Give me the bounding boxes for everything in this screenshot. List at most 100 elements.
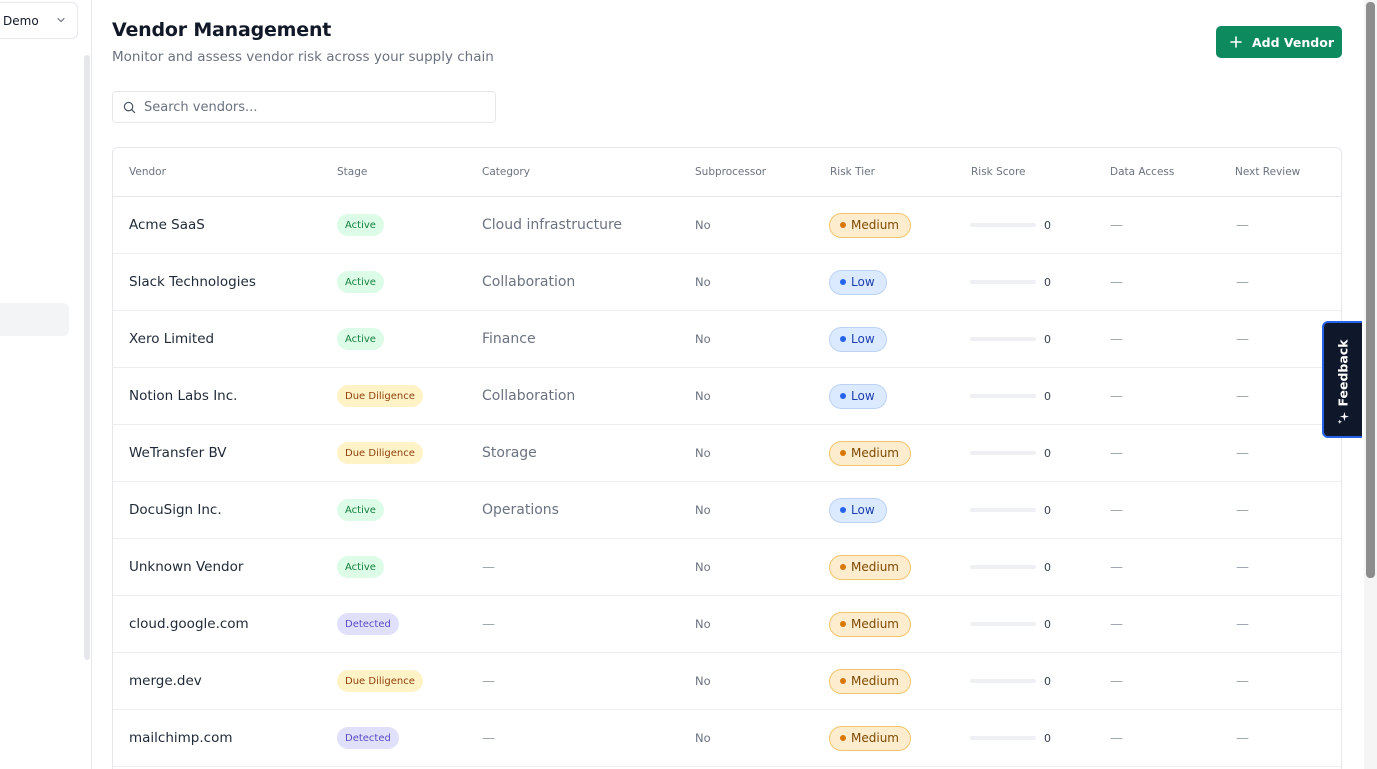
- risk-dot-icon: [840, 279, 846, 285]
- table-row[interactable]: Unknown Vendor Active — No Medium 0 — —: [113, 539, 1341, 596]
- column-header-risk-tier[interactable]: Risk Tier: [830, 166, 875, 178]
- risk-score-value: 0: [1044, 389, 1051, 403]
- plus-icon: [1230, 36, 1242, 48]
- risk-score-bar: [970, 736, 1036, 740]
- data-access-cell: —: [1110, 559, 1123, 575]
- risk-score-bar: [970, 337, 1036, 341]
- risk-tier-label: Medium: [851, 674, 899, 688]
- add-vendor-button[interactable]: Add Vendor: [1216, 26, 1342, 58]
- risk-tier-label: Medium: [851, 446, 899, 460]
- search-box[interactable]: [112, 91, 496, 123]
- table-row[interactable]: DocuSign Inc. Active Operations No Low 0 — —: [113, 482, 1341, 539]
- risk-dot-icon: [840, 336, 846, 342]
- risk-score-bar: [970, 280, 1036, 284]
- risk-dot-icon: [840, 564, 846, 570]
- subprocessor-cell: No: [695, 674, 711, 688]
- column-header-data-access[interactable]: Data Access: [1110, 166, 1174, 178]
- risk-score-value: 0: [1044, 617, 1051, 631]
- column-header-vendor[interactable]: Vendor: [129, 166, 166, 178]
- table-row[interactable]: mailchimp.com Detected — No Medium 0 — —: [113, 710, 1341, 767]
- risk-tier-label: Low: [851, 503, 875, 517]
- risk-score-value: 0: [1044, 503, 1051, 517]
- next-review-cell: —: [1236, 445, 1249, 461]
- column-header-subprocessor[interactable]: Subprocessor: [695, 166, 766, 178]
- page-scrollbar-thumb[interactable]: [1366, 2, 1375, 578]
- vendor-name[interactable]: merge.dev: [129, 673, 202, 689]
- table-row[interactable]: Acme SaaS Active Cloud infrastructure No Med…: [113, 197, 1341, 254]
- subprocessor-cell: No: [695, 332, 711, 346]
- next-review-cell: —: [1236, 388, 1249, 404]
- vendor-name[interactable]: Acme SaaS: [129, 217, 205, 233]
- risk-tier-badge: Medium: [829, 440, 911, 466]
- stage-badge: Detected: [337, 727, 399, 749]
- sidebar-item-vendors[interactable]: [0, 303, 69, 336]
- next-review-cell: —: [1236, 559, 1249, 575]
- data-access-cell: —: [1110, 217, 1123, 233]
- category-cell: —: [482, 559, 495, 575]
- risk-tier-label: Medium: [851, 731, 899, 745]
- subprocessor-cell: No: [695, 731, 711, 745]
- category-cell: —: [482, 730, 495, 746]
- vendor-name[interactable]: DocuSign Inc.: [129, 502, 222, 518]
- risk-tier-label: Low: [851, 389, 875, 403]
- main-content: Vendor Management Monitor and assess ven…: [92, 0, 1364, 769]
- subprocessor-cell: No: [695, 503, 711, 517]
- category-cell: Operations: [482, 502, 559, 518]
- add-vendor-label: Add Vendor: [1252, 34, 1334, 50]
- risk-dot-icon: [840, 393, 846, 399]
- data-access-cell: —: [1110, 730, 1123, 746]
- data-access-cell: —: [1110, 388, 1123, 404]
- vendor-name[interactable]: Slack Technologies: [129, 274, 256, 290]
- chevron-down-icon: [57, 17, 65, 23]
- stage-badge: Due Diligence: [337, 442, 423, 464]
- risk-dot-icon: [840, 678, 846, 684]
- vendor-name[interactable]: mailchimp.com: [129, 730, 233, 746]
- column-header-next-review[interactable]: Next Review: [1235, 166, 1300, 178]
- vendor-name[interactable]: Xero Limited: [129, 331, 214, 347]
- app-root: Demo Vendor Management Monitor and asses…: [0, 0, 1377, 769]
- workspace-label: Demo: [3, 13, 39, 28]
- risk-score-bar: [970, 394, 1036, 398]
- table-row[interactable]: Xero Limited Active Finance No Low 0 — —: [113, 311, 1341, 368]
- risk-score-value: 0: [1044, 218, 1051, 232]
- table-row[interactable]: Notion Labs Inc. Due Diligence Collaborati…: [113, 368, 1341, 425]
- next-review-cell: —: [1236, 730, 1249, 746]
- page-title: Vendor Management: [112, 19, 332, 41]
- table-header: Vendor Stage Category Subprocessor Risk …: [113, 148, 1341, 197]
- risk-score-bar: [970, 565, 1036, 569]
- data-access-cell: —: [1110, 673, 1123, 689]
- sidebar-scrollbar[interactable]: [84, 55, 90, 660]
- vendor-name[interactable]: cloud.google.com: [129, 616, 249, 632]
- stage-badge: Active: [337, 271, 384, 293]
- risk-dot-icon: [840, 621, 846, 627]
- risk-score-bar: [970, 679, 1036, 683]
- vendor-name[interactable]: WeTransfer BV: [129, 445, 227, 461]
- vendor-name[interactable]: Notion Labs Inc.: [129, 388, 237, 404]
- subprocessor-cell: No: [695, 446, 711, 460]
- next-review-cell: —: [1236, 274, 1249, 290]
- vendor-name[interactable]: Unknown Vendor: [129, 559, 243, 575]
- risk-tier-badge: Low: [829, 383, 887, 409]
- table-row[interactable]: Slack Technologies Active Collaboration No L…: [113, 254, 1341, 311]
- stage-badge: Active: [337, 556, 384, 578]
- table-row[interactable]: cloud.google.com Detected — No Medium 0 — —: [113, 596, 1341, 653]
- column-header-risk-score[interactable]: Risk Score: [971, 166, 1026, 178]
- column-header-category[interactable]: Category: [482, 166, 530, 178]
- category-cell: Collaboration: [482, 274, 576, 290]
- risk-score-value: 0: [1044, 332, 1051, 346]
- workspace-select[interactable]: Demo: [0, 2, 78, 39]
- risk-tier-badge: Medium: [829, 725, 911, 751]
- category-cell: Finance: [482, 331, 536, 347]
- next-review-cell: —: [1236, 502, 1249, 518]
- risk-tier-label: Low: [851, 332, 875, 346]
- next-review-cell: —: [1236, 217, 1249, 233]
- table-row[interactable]: WeTransfer BV Due Diligence Storage No Mediu…: [113, 425, 1341, 482]
- search-icon: [123, 101, 136, 113]
- feedback-tab[interactable]: Feedback: [1322, 321, 1362, 438]
- page-subtitle: Monitor and assess vendor risk across yo…: [112, 49, 494, 65]
- risk-tier-badge: Medium: [829, 611, 911, 637]
- risk-dot-icon: [840, 222, 846, 228]
- search-input[interactable]: [144, 99, 484, 115]
- table-row[interactable]: merge.dev Due Diligence — No Medium 0 — —: [113, 653, 1341, 710]
- column-header-stage[interactable]: Stage: [337, 166, 367, 178]
